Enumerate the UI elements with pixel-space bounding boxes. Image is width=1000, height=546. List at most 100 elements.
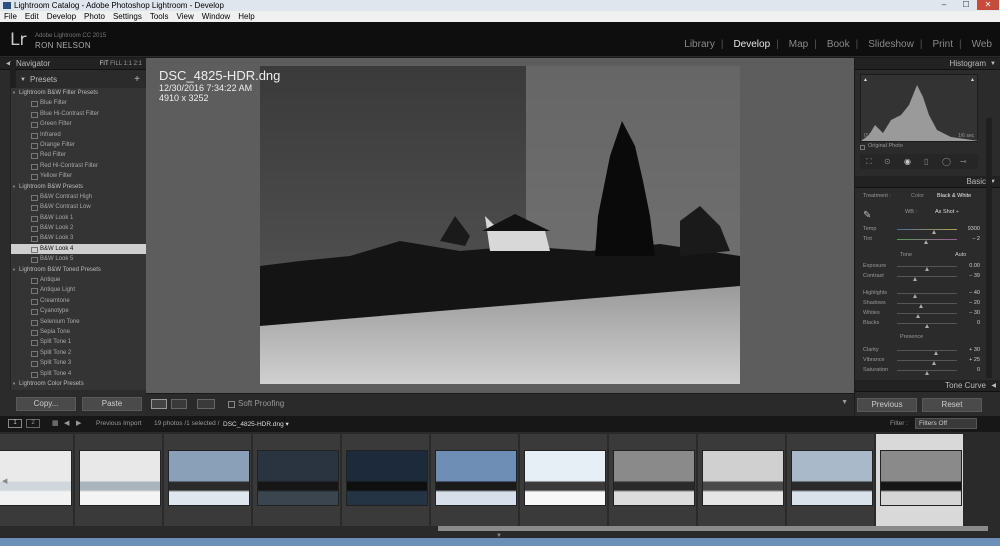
shadows-slider[interactable]	[897, 303, 957, 304]
second-screen-button[interactable]: 2	[26, 419, 40, 428]
preset-item[interactable]: Red Hi-Contrast Filter	[11, 161, 146, 171]
histogram-header[interactable]: Histogram ▼	[855, 58, 1000, 70]
zoom-fit[interactable]: FIT	[100, 61, 109, 67]
filmstrip-cell-selected[interactable]	[876, 434, 964, 526]
menu-tools[interactable]: Tools	[146, 11, 173, 22]
temp-slider-handle[interactable]	[932, 230, 937, 234]
copy-button[interactable]: Copy...	[16, 397, 76, 411]
vibrance-slider[interactable]	[897, 360, 957, 361]
filmstrip-cell[interactable]	[75, 434, 163, 526]
preset-item[interactable]: Split Tone 3	[11, 358, 146, 368]
tint-value[interactable]: – 2	[958, 236, 980, 242]
blacks-slider-handle[interactable]	[925, 324, 929, 328]
preset-item-selected[interactable]: B&W Look 4	[11, 243, 146, 255]
filter-dropdown[interactable]: Filters Off	[915, 418, 977, 429]
temp-slider[interactable]	[897, 229, 957, 230]
expand-triangle-icon[interactable]: ◀	[991, 380, 996, 392]
exposure-value[interactable]: 0.00	[958, 263, 980, 269]
exposure-slider-handle[interactable]	[925, 267, 929, 271]
photo-thumbnail[interactable]	[435, 450, 517, 506]
preset-item[interactable]: Sepia Tone	[11, 327, 146, 337]
toolbar-menu-icon[interactable]: ▼	[841, 399, 848, 406]
preset-item[interactable]: Red Filter	[11, 150, 146, 160]
menu-photo[interactable]: Photo	[80, 11, 109, 22]
preset-item[interactable]: Infrared	[11, 130, 146, 140]
right-panel-scrollbar[interactable]	[986, 118, 992, 378]
wb-eyedropper-icon[interactable]: ✎	[863, 210, 871, 221]
module-web[interactable]: Web	[972, 39, 992, 50]
filmstrip-scrollbar[interactable]	[438, 526, 988, 531]
module-map[interactable]: Map	[789, 39, 808, 50]
grid-view-icon[interactable]: ▦	[52, 419, 59, 427]
preset-item[interactable]: Blue Filter	[11, 98, 146, 108]
expand-triangle-icon[interactable]: ▼	[20, 74, 26, 86]
loupe-view-icon[interactable]	[151, 399, 167, 409]
menu-settings[interactable]: Settings	[109, 11, 146, 22]
contrast-slider[interactable]	[897, 276, 957, 277]
preset-item[interactable]: Split Tone 2	[11, 348, 146, 358]
highlights-value[interactable]: – 40	[958, 290, 980, 296]
whites-value[interactable]: – 30	[958, 310, 980, 316]
back-arrow-icon[interactable]: ◀	[64, 419, 69, 427]
basic-header[interactable]: Basic ▼	[855, 176, 1000, 188]
forward-arrow-icon[interactable]: ▶	[76, 419, 81, 427]
photo-thumbnail[interactable]	[168, 450, 250, 506]
preset-item[interactable]: Antique Light	[11, 285, 146, 295]
filmstrip-cell[interactable]	[787, 434, 875, 526]
module-book[interactable]: Book	[827, 39, 850, 50]
preset-item[interactable]: Cyanotype	[11, 306, 146, 316]
preset-item[interactable]: Antique	[11, 275, 146, 285]
filmstrip-cell[interactable]	[342, 434, 430, 526]
zoom-fill[interactable]: FILL	[110, 61, 122, 67]
crop-tool-icon[interactable]: ⛶	[866, 157, 872, 167]
wb-dropdown[interactable]: As Shot ÷	[935, 209, 959, 215]
blacks-value[interactable]: 0	[958, 320, 980, 326]
menu-edit[interactable]: Edit	[21, 11, 43, 22]
adjustment-brush-icon[interactable]: ⊸	[960, 157, 967, 166]
paste-button[interactable]: Paste	[82, 397, 142, 411]
preset-item[interactable]: Selenium Tone	[11, 317, 146, 327]
module-develop[interactable]: Develop	[733, 39, 770, 50]
filmstrip-cell[interactable]	[609, 434, 697, 526]
menu-help[interactable]: Help	[234, 11, 258, 22]
before-after-icon[interactable]	[171, 399, 187, 409]
filmstrip-filename[interactable]: DSC_4825-HDR.dng ▾	[223, 420, 289, 428]
navigator-header[interactable]: ◀ Navigator FIT FILL 1:1 2:1	[0, 58, 146, 70]
preset-item[interactable]: Orange Filter	[11, 140, 146, 150]
shadows-slider-handle[interactable]	[919, 304, 923, 308]
module-slideshow[interactable]: Slideshow	[868, 39, 914, 50]
original-photo-checkbox[interactable]	[860, 145, 865, 150]
menu-file[interactable]: File	[0, 11, 21, 22]
photo-thumbnail[interactable]	[0, 450, 72, 506]
zoom-1-1[interactable]: 1:1	[124, 61, 132, 67]
photo-thumbnail[interactable]	[613, 450, 695, 506]
preset-item[interactable]: B&W Look 5	[11, 254, 146, 264]
presets-header[interactable]: ▼ Presets +	[0, 74, 146, 86]
preset-item[interactable]: B&W Look 1	[11, 213, 146, 223]
shadow-clip-icon[interactable]: ▲	[863, 77, 868, 83]
maximize-icon[interactable]: ☐	[956, 0, 976, 10]
vibrance-value[interactable]: + 25	[958, 357, 980, 363]
photo-thumbnail[interactable]	[257, 450, 339, 506]
preset-item[interactable]: Split Tone 1	[11, 337, 146, 347]
auto-tone-button[interactable]: Auto	[955, 252, 966, 258]
contrast-value[interactable]: – 39	[958, 273, 980, 279]
module-library[interactable]: Library	[684, 39, 715, 50]
filmstrip-cell[interactable]	[0, 434, 74, 526]
red-eye-icon[interactable]: ◉	[904, 157, 911, 166]
main-screen-button[interactable]: 1	[8, 419, 22, 428]
saturation-value[interactable]: 0	[958, 367, 980, 373]
preset-item[interactable]: Split Tone 4	[11, 369, 146, 379]
minimize-icon[interactable]: –	[934, 0, 954, 10]
filmstrip-cell[interactable]	[164, 434, 252, 526]
contrast-slider-handle[interactable]	[913, 277, 917, 281]
preset-item[interactable]: Creamtone	[11, 296, 146, 306]
radial-filter-icon[interactable]: ◯	[942, 157, 951, 166]
preset-folder[interactable]: Lightroom B&W Filter Presets	[11, 88, 146, 99]
vibrance-slider-handle[interactable]	[932, 361, 937, 365]
preset-item[interactable]: B&W Look 3	[11, 233, 146, 243]
preset-item[interactable]: Green Filter	[11, 119, 146, 129]
filmstrip-cell[interactable]	[520, 434, 608, 526]
treatment-bw[interactable]: Black & White	[937, 193, 971, 199]
previous-import-label[interactable]: Previous Import	[96, 420, 142, 427]
